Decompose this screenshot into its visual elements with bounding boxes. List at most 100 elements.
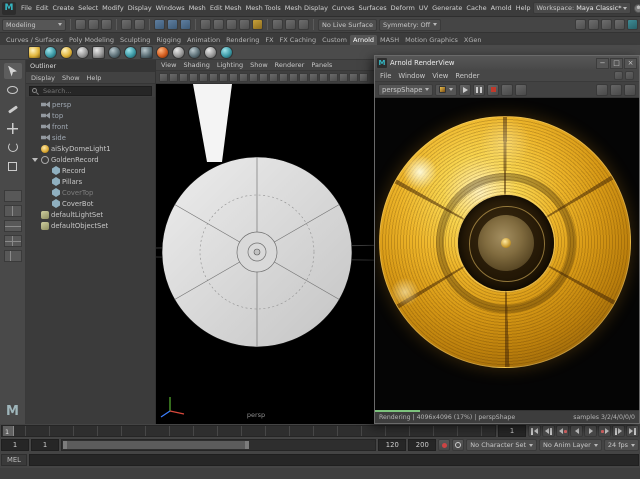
film-gate-icon[interactable] xyxy=(219,72,228,82)
play-forwards-button[interactable] xyxy=(584,425,597,437)
renderview-menu-render[interactable]: Render xyxy=(455,72,479,80)
command-input[interactable] xyxy=(29,454,639,466)
xray-display-icon[interactable] xyxy=(349,72,358,82)
renderview-menu-window[interactable]: Window xyxy=(398,72,425,80)
outliner-item-aiskydomelight[interactable]: aiSkyDomeLight1 xyxy=(26,143,155,154)
open-scene-icon[interactable] xyxy=(88,19,99,30)
playback-range-bar[interactable] xyxy=(63,441,250,449)
snap-to-point-icon[interactable] xyxy=(226,19,237,30)
character-set-select[interactable]: No Character Set xyxy=(466,439,538,451)
renderview-menu-view[interactable]: View xyxy=(432,72,448,80)
layout-four-pane-button[interactable] xyxy=(3,235,22,247)
arnold-skydome-light-icon[interactable] xyxy=(44,45,57,59)
bookmarks-icon[interactable] xyxy=(179,72,188,82)
arnold-light-portal-icon[interactable] xyxy=(92,45,105,59)
select-by-component-icon[interactable] xyxy=(180,19,191,30)
isolate-select-icon[interactable] xyxy=(359,72,368,82)
snap-to-plane-icon[interactable] xyxy=(239,19,250,30)
range-end-handle[interactable] xyxy=(245,441,250,449)
undo-icon[interactable] xyxy=(121,19,132,30)
menu-set-selector[interactable]: Modeling xyxy=(2,18,66,31)
rotate-tool-button[interactable] xyxy=(4,139,22,155)
hypershade-icon[interactable] xyxy=(627,19,638,30)
workspace-selector[interactable]: Workspace: Maya Classic* xyxy=(532,2,632,14)
crop-region-button[interactable] xyxy=(596,83,608,96)
maya-logo-icon[interactable]: M xyxy=(2,1,16,15)
viewport-menu-renderer[interactable]: Renderer xyxy=(275,61,305,69)
grid-toggle-icon[interactable] xyxy=(209,72,218,82)
make-live-icon[interactable] xyxy=(252,19,263,30)
arnold-area-light-icon[interactable] xyxy=(28,45,41,59)
pause-render-button[interactable] xyxy=(473,83,486,96)
menu-surfaces[interactable]: Surfaces xyxy=(357,4,389,12)
menu-arnold[interactable]: Arnold xyxy=(489,4,514,12)
animation-start-field[interactable] xyxy=(1,439,29,451)
range-start-handle[interactable] xyxy=(63,441,67,449)
select-by-hierarchy-icon[interactable] xyxy=(154,19,165,30)
arnold-physical-sky-icon[interactable] xyxy=(108,45,121,59)
paint-selection-tool-button[interactable] xyxy=(4,101,22,117)
playback-end-field[interactable] xyxy=(378,439,407,451)
outliner-item-side[interactable]: side xyxy=(26,132,155,143)
shelf-tab-rigging[interactable]: Rigging xyxy=(153,35,184,45)
lock-camera-icon[interactable] xyxy=(159,72,168,82)
resolution-gate-icon[interactable] xyxy=(229,72,238,82)
menu-help[interactable]: Help xyxy=(514,4,533,12)
snapshot-button[interactable] xyxy=(501,83,514,96)
viewport-menu-lighting[interactable]: Lighting xyxy=(217,61,243,69)
scale-tool-button[interactable] xyxy=(4,158,22,174)
layout-persp-outliner-button[interactable] xyxy=(3,250,22,262)
render-current-frame-icon[interactable] xyxy=(588,19,599,30)
render-image-area[interactable] xyxy=(375,98,639,410)
menu-select[interactable]: Select xyxy=(76,4,100,12)
save-scene-icon[interactable] xyxy=(101,19,112,30)
close-button[interactable]: × xyxy=(624,57,637,69)
move-tool-button[interactable] xyxy=(4,120,22,136)
layout-single-pane-button[interactable] xyxy=(3,190,22,202)
arnold-matte-shader-icon[interactable] xyxy=(204,45,217,59)
arnold-photometric-light-icon[interactable] xyxy=(76,45,89,59)
outliner-item-top[interactable]: top xyxy=(26,110,155,121)
shelf-tab-motion-graphics[interactable]: Motion Graphics xyxy=(402,35,461,45)
smooth-shade-display-icon[interactable] xyxy=(289,72,298,82)
shelf-tab-animation[interactable]: Animation xyxy=(184,35,223,45)
arnold-toon-shader-icon[interactable] xyxy=(188,45,201,59)
snap-to-curve-icon[interactable] xyxy=(213,19,224,30)
outliner-item-front[interactable]: front xyxy=(26,121,155,132)
outliner-item-record[interactable]: Record xyxy=(26,165,155,176)
arnold-mesh-light-icon[interactable] xyxy=(60,45,73,59)
outliner-item-persp[interactable]: persp xyxy=(26,99,155,110)
stop-render-button[interactable] xyxy=(487,83,500,96)
new-scene-icon[interactable] xyxy=(75,19,86,30)
redo-icon[interactable] xyxy=(134,19,145,30)
fps-select[interactable]: 24 fps xyxy=(603,439,639,451)
shelf-tab-poly-modeling[interactable]: Poly Modeling xyxy=(66,35,117,45)
outliner-search-input[interactable] xyxy=(29,85,152,96)
outliner-item-defaultobjectset[interactable]: defaultObjectSet xyxy=(26,220,155,231)
menu-mesh-tools[interactable]: Mesh Tools xyxy=(244,4,283,12)
select-by-object-icon[interactable] xyxy=(167,19,178,30)
gate-mask-icon[interactable] xyxy=(239,72,248,82)
ipr-render-icon[interactable] xyxy=(601,19,612,30)
construction-history-icon[interactable] xyxy=(298,19,309,30)
current-time-field[interactable] xyxy=(498,425,526,437)
zoom-fit-button[interactable] xyxy=(610,83,622,96)
range-slider[interactable] xyxy=(61,439,377,451)
animation-end-field[interactable] xyxy=(408,439,437,451)
renderview-titlebar[interactable]: M Arnold RenderView − □ × xyxy=(375,56,639,70)
menu-generate[interactable]: Generate xyxy=(430,4,464,12)
step-back-frame-button[interactable] xyxy=(542,425,555,437)
current-time-indicator[interactable]: 1 xyxy=(3,426,14,436)
wireframe-display-icon[interactable] xyxy=(279,72,288,82)
outliner-menu-help[interactable]: Help xyxy=(87,74,102,82)
playback-start-field[interactable] xyxy=(31,439,59,451)
arnold-lambert-shader-icon[interactable] xyxy=(172,45,185,59)
image-plane-icon[interactable] xyxy=(189,72,198,82)
menu-create[interactable]: Create xyxy=(50,4,76,12)
safe-action-icon[interactable] xyxy=(259,72,268,82)
menu-edit[interactable]: Edit xyxy=(34,4,51,12)
expand-arrow-icon[interactable] xyxy=(31,157,38,162)
use-all-lights-icon[interactable] xyxy=(309,72,318,82)
step-back-key-button[interactable] xyxy=(556,425,569,437)
outliner-item-goldenrecord[interactable]: GoldenRecord xyxy=(26,154,155,165)
